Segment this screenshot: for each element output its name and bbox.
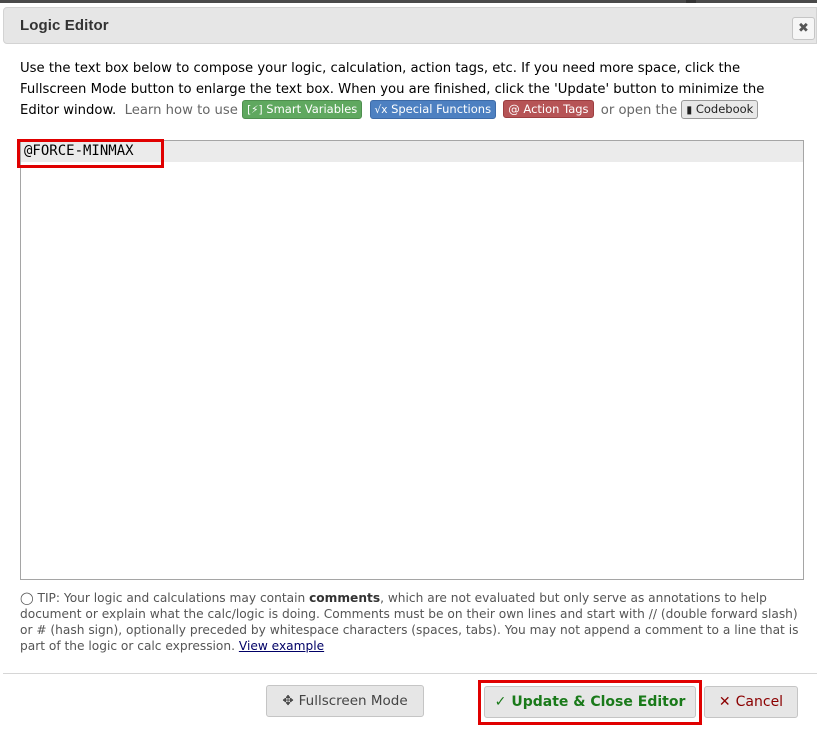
book-icon: ▮ <box>686 104 693 116</box>
fullscreen-mode-button[interactable]: ✥ Fullscreen Mode <box>266 685 424 717</box>
action-tags-button[interactable]: @ Action Tags <box>503 100 594 118</box>
logic-textarea[interactable]: @FORCE-MINMAX <box>20 140 804 580</box>
expand-icon: ✥ <box>282 693 294 709</box>
tip-prefix: TIP: Your logic and calculations may con… <box>37 591 310 605</box>
sqrt-icon: √x <box>374 104 388 116</box>
footer-divider <box>3 673 817 674</box>
dialog-titlebar[interactable]: Logic Editor ✖ <box>3 7 817 44</box>
update-label: Update & Close Editor <box>511 694 686 710</box>
update-close-editor-button[interactable]: ✓ Update & Close Editor <box>484 686 696 718</box>
cancel-label: Cancel <box>735 694 784 710</box>
fullscreen-label: Fullscreen Mode <box>298 693 408 709</box>
special-functions-button[interactable]: √x Special Functions <box>369 100 497 119</box>
close-button[interactable]: ✖ <box>792 17 815 40</box>
or-open-text: or open the <box>600 103 678 118</box>
special-functions-label: Special Functions <box>391 102 492 116</box>
lightning-icon: [⚡] <box>247 104 263 116</box>
learn-prefix: Learn how to use <box>124 103 238 118</box>
tip-bold-comments: comments <box>309 591 381 605</box>
intro-text: Use the text box below to compose your l… <box>20 59 800 122</box>
at-icon: @ <box>508 102 520 116</box>
cancel-button[interactable]: ✕ Cancel <box>704 686 798 718</box>
x-icon: ✕ <box>718 694 731 710</box>
codebook-label: Codebook <box>695 102 754 116</box>
action-tags-label: Action Tags <box>523 102 589 116</box>
lightbulb-icon: ◯ <box>20 591 34 605</box>
dialog-title: Logic Editor <box>20 17 109 34</box>
tip-text: ◯ TIP: Your logic and calculations may c… <box>20 590 810 654</box>
codebook-button[interactable]: ▮ Codebook <box>681 100 759 119</box>
view-example-link[interactable]: View example <box>239 639 324 653</box>
checkmark-icon: ✓ <box>494 694 507 710</box>
close-icon: ✖ <box>798 21 809 36</box>
editor-line-1[interactable]: @FORCE-MINMAX <box>21 141 803 162</box>
smart-variables-label: Smart Variables <box>266 102 358 116</box>
smart-variables-button[interactable]: [⚡] Smart Variables <box>242 100 363 119</box>
